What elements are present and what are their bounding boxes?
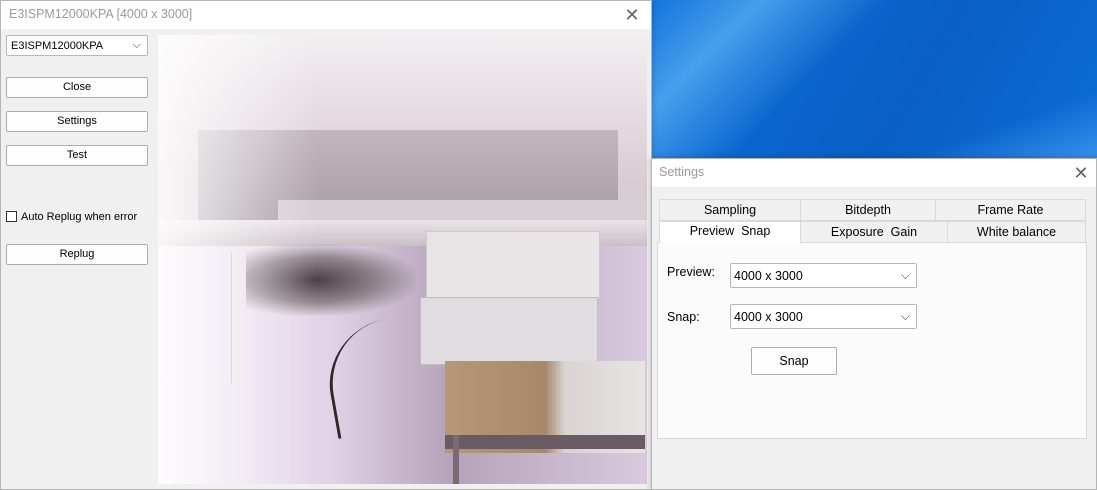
snap-button[interactable]: Snap [751, 347, 837, 375]
preview-resolution-value: 4000 x 3000 [734, 269, 803, 283]
close-icon[interactable]: ✕ [621, 4, 643, 26]
chevron-down-icon: ⌵ [900, 309, 910, 323]
device-select[interactable]: E3ISPM12000KPA ⌵ [6, 35, 148, 56]
tab-white-balance[interactable]: White balance [947, 221, 1086, 243]
preview-glare [158, 35, 318, 484]
auto-replug-label: Auto Replug when error [21, 211, 138, 223]
snap-label: Snap: [667, 310, 700, 324]
replug-button[interactable]: Replug [6, 244, 148, 265]
settings-window-title: Settings [659, 165, 705, 179]
preview-label: Preview: [667, 265, 715, 279]
tab-exposure-gain[interactable]: Exposure Gain [800, 221, 948, 243]
chevron-down-icon: ⌵ [900, 268, 910, 282]
preview-stand [453, 435, 459, 484]
chevron-down-icon: ⌵ [132, 39, 141, 51]
camera-preview-image [158, 35, 647, 484]
preview-shelf-edge [278, 200, 647, 222]
tab-frame-rate[interactable]: Frame Rate [935, 199, 1086, 221]
tab-bitdepth[interactable]: Bitdepth [800, 199, 936, 221]
snap-resolution-select[interactable]: 4000 x 3000 ⌵ [730, 304, 917, 329]
preview-bar [445, 435, 645, 449]
camera-window-title: E3ISPM12000KPA [4000 x 3000] [9, 7, 193, 21]
camera-window-titlebar[interactable]: E3ISPM12000KPA [4000 x 3000] ✕ [1, 1, 651, 29]
tab-preview-snap[interactable]: Preview Snap [659, 221, 801, 243]
close-icon[interactable]: ✕ [1070, 162, 1092, 184]
settings-window-titlebar[interactable]: Settings ✕ [652, 159, 1096, 187]
tab-sampling[interactable]: Sampling [659, 199, 801, 221]
device-select-value: E3ISPM12000KPA [11, 40, 104, 52]
preview-box [420, 297, 598, 365]
auto-replug-checkbox[interactable] [6, 211, 17, 222]
test-button[interactable]: Test [6, 145, 148, 166]
close-button[interactable]: Close [6, 77, 148, 98]
preview-resolution-select[interactable]: 4000 x 3000 ⌵ [730, 263, 917, 288]
settings-button[interactable]: Settings [6, 111, 148, 132]
preview-box [426, 231, 600, 299]
camera-window: E3ISPM12000KPA [4000 x 3000] ✕ E3ISPM120… [0, 0, 652, 490]
snap-resolution-value: 4000 x 3000 [734, 310, 803, 324]
